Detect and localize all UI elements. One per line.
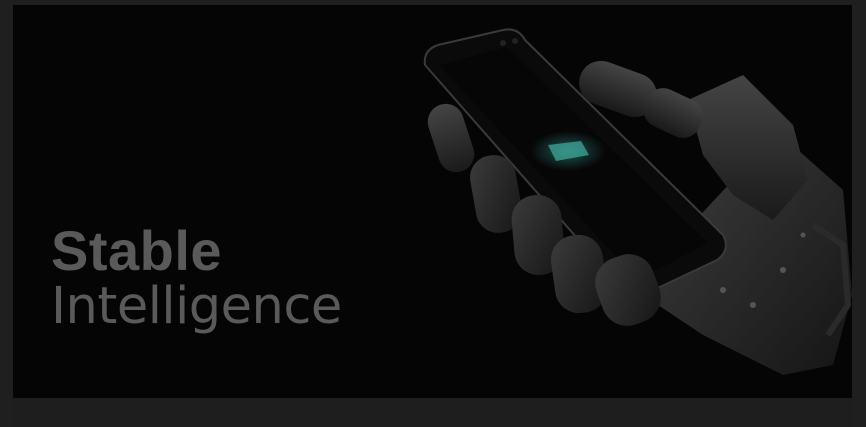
robot-hand-phone-image	[423, 28, 852, 375]
hero-title: Stable Intelligence	[51, 219, 342, 336]
page-frame: Stable Intelligence	[0, 0, 866, 427]
hero-title-light: Intelligence	[51, 277, 342, 336]
hero-title-bold: Stable	[51, 219, 223, 282]
footer-strip	[13, 398, 852, 427]
hero-banner: Stable Intelligence	[13, 5, 852, 398]
